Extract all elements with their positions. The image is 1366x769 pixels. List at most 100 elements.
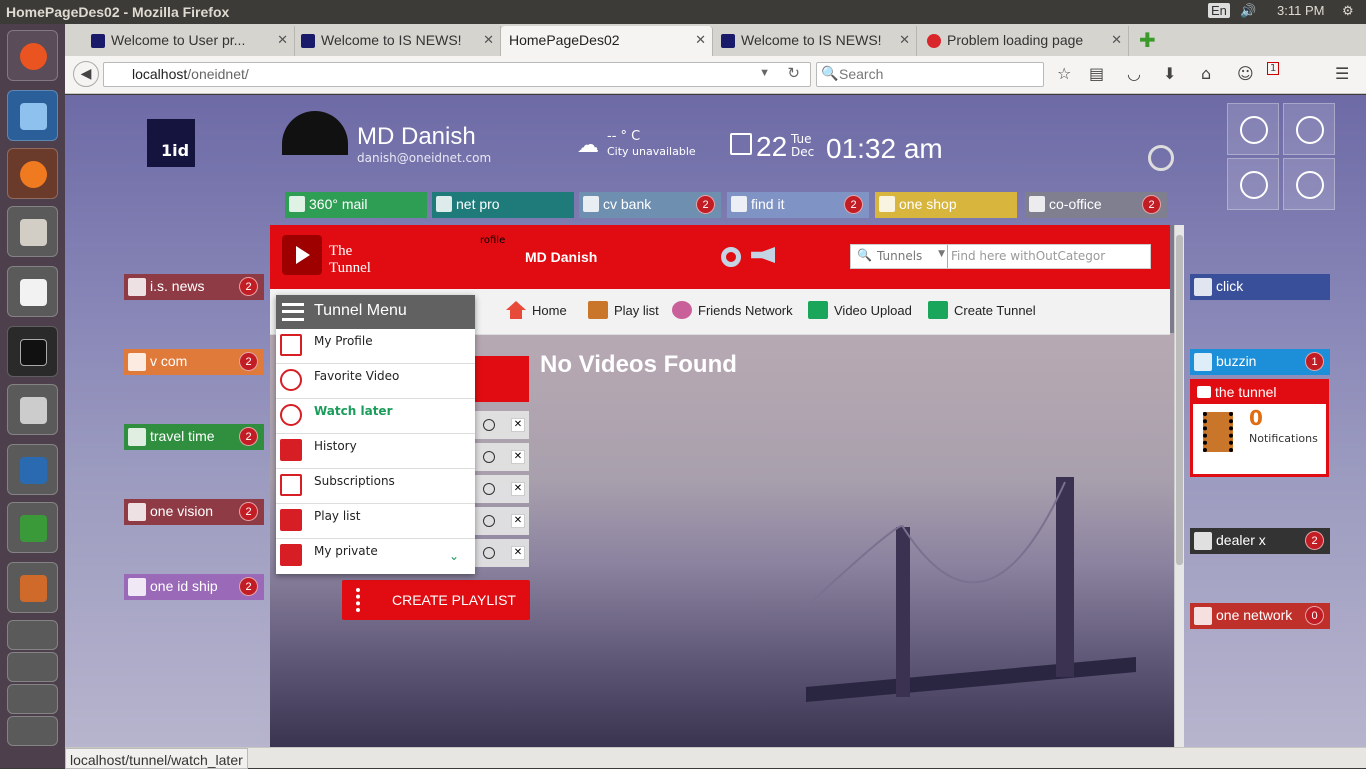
close-icon[interactable]: ✕ xyxy=(277,32,288,48)
settings-tile-icon[interactable] xyxy=(1283,103,1335,155)
volume-icon[interactable]: 🔊 xyxy=(1240,3,1256,19)
downloads-icon[interactable]: ⬇ xyxy=(1163,64,1176,83)
app-one-shop[interactable]: one shop xyxy=(875,192,1017,218)
trash-icon[interactable] xyxy=(7,716,58,746)
compass-icon[interactable] xyxy=(483,451,495,463)
virtualbox-icon[interactable] xyxy=(7,90,58,141)
tab-homepage[interactable]: HomePageDes02 ✕ xyxy=(501,26,713,56)
settings-icon[interactable] xyxy=(7,684,58,714)
sidebar-item-one-id-ship[interactable]: one id ship 2 xyxy=(124,574,264,600)
power-icon[interactable] xyxy=(1148,145,1174,171)
tab-is-news-2[interactable]: Welcome to IS NEWS! ✕ xyxy=(717,26,917,56)
system-clock[interactable]: 3:11 PM xyxy=(1277,3,1324,18)
calc-icon[interactable] xyxy=(7,502,58,553)
wallet-tile-icon[interactable] xyxy=(1227,158,1279,210)
close-icon[interactable]: ✕ xyxy=(1111,32,1122,48)
bookmark-star-icon[interactable]: ☆ xyxy=(1057,64,1071,83)
tab-home[interactable]: Home xyxy=(506,301,567,319)
sidebar-item-one-network[interactable]: one network 0 xyxy=(1190,603,1330,629)
amazon-icon[interactable] xyxy=(7,652,58,682)
scrollbar-thumb[interactable] xyxy=(1176,235,1183,565)
play-icon[interactable] xyxy=(282,235,322,275)
close-icon[interactable]: ✕ xyxy=(511,418,525,432)
tab-play-list[interactable]: Play list xyxy=(588,301,659,319)
search-input[interactable]: 🔍 Search xyxy=(816,62,1044,87)
create-playlist-button[interactable]: CREATE PLAYLIST xyxy=(342,580,530,620)
close-icon[interactable]: ✕ xyxy=(511,450,525,464)
tab-friends-network[interactable]: Friends Network xyxy=(672,301,793,319)
menu-icon[interactable]: ☰ xyxy=(1335,64,1349,83)
avatar[interactable] xyxy=(282,111,348,155)
apps-tile-icon[interactable] xyxy=(1283,158,1335,210)
close-icon[interactable]: ✕ xyxy=(511,546,525,560)
app-co-office[interactable]: co-office 2 xyxy=(1025,192,1167,218)
compass-icon[interactable] xyxy=(483,483,495,495)
sidebar-item-dealer-x[interactable]: dealer x2 xyxy=(1190,528,1330,554)
notification-badge[interactable]: 1 xyxy=(1267,62,1280,75)
files-icon[interactable] xyxy=(7,206,58,257)
oneid-tile-icon[interactable] xyxy=(1227,103,1279,155)
dropdown-icon[interactable]: ▼ xyxy=(759,67,770,79)
close-icon[interactable]: ✕ xyxy=(511,514,525,528)
compass-icon[interactable] xyxy=(483,515,495,527)
sidebar-item-click[interactable]: click xyxy=(1190,274,1330,300)
menu-item-favorite-video[interactable]: Favorite Video xyxy=(276,364,475,399)
oneid-logo[interactable]: 1id xyxy=(147,119,195,167)
gear-icon[interactable] xyxy=(721,247,741,267)
sidebar-item-travel-time[interactable]: travel time 2 xyxy=(124,424,264,450)
new-tab-icon[interactable]: ✚ xyxy=(1139,28,1156,52)
gear-icon[interactable]: ⚙ xyxy=(1342,3,1354,19)
app-net-pro[interactable]: net pro xyxy=(432,192,574,218)
menu-item-subscriptions[interactable]: Subscriptions xyxy=(276,469,475,504)
keyboard-indicator[interactable]: En xyxy=(1208,3,1230,18)
chat-icon[interactable]: ☺ xyxy=(1237,64,1254,83)
tunnel-menu-header[interactable]: Tunnel Menu xyxy=(276,295,475,329)
workspace-icon[interactable] xyxy=(7,384,58,435)
compass-icon[interactable] xyxy=(483,419,495,431)
tab-video-upload[interactable]: Video Upload xyxy=(808,301,912,319)
tab-problem-loading[interactable]: Problem loading page ✕ xyxy=(923,26,1129,56)
tab-user-profile[interactable]: Welcome to User pr... ✕ xyxy=(87,26,295,56)
app-cv-bank[interactable]: cv bank 2 xyxy=(579,192,721,218)
chevron-down-icon[interactable]: ⌄ xyxy=(449,549,459,563)
home-icon[interactable]: ⌂ xyxy=(1201,64,1211,83)
frame-scrollbar[interactable] xyxy=(1174,225,1184,747)
firefox-icon[interactable] xyxy=(7,148,58,199)
ubuntu-dash-icon[interactable] xyxy=(7,30,58,81)
close-icon[interactable]: ✕ xyxy=(695,32,706,48)
menu-item-watch-later[interactable]: Watch later xyxy=(276,399,475,434)
menu-item-play-list[interactable]: Play list xyxy=(276,504,475,539)
sidebar-item-v-com[interactable]: v com 2 xyxy=(124,349,264,375)
notification-label: Notifications xyxy=(1249,432,1318,445)
writer-icon[interactable] xyxy=(7,444,58,495)
text-editor-icon[interactable] xyxy=(7,266,58,317)
tunnel-search-input[interactable]: Find here withOutCategor xyxy=(951,249,1105,263)
reading-list-icon[interactable]: ▤ xyxy=(1089,64,1104,83)
tunnel-user[interactable]: MD Danish xyxy=(525,249,597,265)
tab-create-tunnel[interactable]: Create Tunnel xyxy=(928,301,1036,319)
app-360-mail[interactable]: 360° mail xyxy=(285,192,427,218)
list-item: ✕ xyxy=(475,411,529,439)
pocket-icon[interactable]: ◡ xyxy=(1127,64,1141,83)
terminal-icon[interactable] xyxy=(7,326,58,377)
menu-item-history[interactable]: History xyxy=(276,434,475,469)
sidebar-item-buzzin[interactable]: buzzin 1 xyxy=(1190,349,1330,375)
tab-is-news[interactable]: Welcome to IS NEWS! ✕ xyxy=(297,26,501,56)
compass-icon[interactable] xyxy=(483,547,495,559)
impress-icon[interactable] xyxy=(7,562,58,613)
reload-icon[interactable]: ↻ xyxy=(787,64,800,82)
close-icon[interactable]: ✕ xyxy=(511,482,525,496)
menu-item-my-private[interactable]: My private ⌄ xyxy=(276,539,475,574)
tunnel-notification-card[interactable]: the tunnel 0 Notifications xyxy=(1190,379,1329,477)
close-icon[interactable]: ✕ xyxy=(483,32,494,48)
sidebar-item-one-vision[interactable]: one vision 2 xyxy=(124,499,264,525)
sidebar-item-is-news[interactable]: i.s. news 2 xyxy=(124,274,264,300)
url-bar[interactable]: localhost/oneidnet/ ▼ ↻ xyxy=(103,62,811,87)
megaphone-icon[interactable] xyxy=(751,247,775,263)
back-icon[interactable]: ◀ xyxy=(73,61,99,87)
software-center-icon[interactable] xyxy=(7,620,58,650)
app-find-it[interactable]: find it 2 xyxy=(727,192,869,218)
search-category-select[interactable]: 🔍 Tunnels ▼ xyxy=(851,245,948,268)
menu-item-my-profile[interactable]: My Profile xyxy=(276,329,475,364)
close-icon[interactable]: ✕ xyxy=(899,32,910,48)
